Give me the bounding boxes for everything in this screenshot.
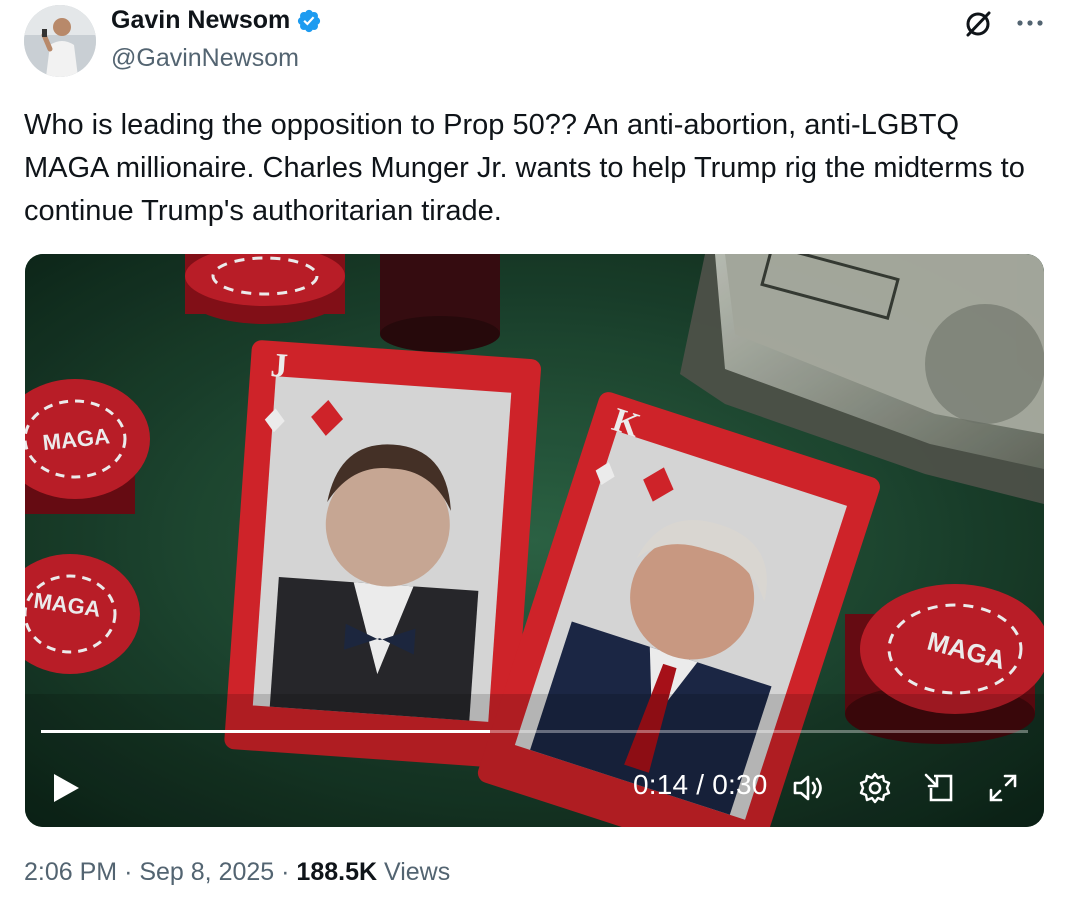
current-time: 0:14 — [633, 769, 689, 800]
more-icon[interactable] — [1014, 12, 1046, 34]
verified-badge-icon — [298, 9, 321, 32]
time-separator: / — [696, 769, 705, 800]
meta-dot: · — [124, 858, 133, 886]
video-progress-bar[interactable] — [41, 730, 1028, 733]
tweet-time[interactable]: 2:06 PM — [24, 858, 117, 886]
author-display-name[interactable]: Gavin Newsom — [111, 6, 290, 35]
duration: 0:30 — [712, 769, 768, 800]
views-label: Views — [384, 858, 451, 886]
video-player[interactable]: MAGA MAGA MAGA J K 0:14 / 0:30 — [25, 254, 1044, 827]
tweet-text: Who is leading the opposition to Prop 50… — [24, 109, 1025, 227]
avatar-image — [24, 5, 96, 77]
tweet-date[interactable]: Sep 8, 2025 — [139, 858, 274, 886]
video-progress-fill — [41, 730, 491, 733]
video-time-readout: 0:14 / 0:30 — [633, 769, 768, 801]
tweet-meta: 2:06 PM · Sep 8, 2025 · 188.5K Views — [24, 858, 450, 887]
author-name-row[interactable]: Gavin Newsom — [111, 6, 322, 35]
author-handle[interactable]: @GavinNewsom — [111, 44, 299, 73]
author-avatar[interactable] — [24, 5, 96, 77]
meta-dot: · — [281, 858, 290, 886]
picture-in-picture-icon[interactable] — [921, 770, 957, 806]
video-frame: MAGA MAGA MAGA J K — [25, 254, 1044, 827]
fullscreen-icon[interactable] — [985, 770, 1021, 806]
views-count: 188.5K — [296, 858, 378, 886]
volume-icon[interactable] — [789, 770, 825, 806]
settings-gear-icon[interactable] — [857, 770, 893, 806]
grok-icon[interactable] — [962, 8, 994, 40]
play-icon[interactable] — [51, 772, 81, 804]
